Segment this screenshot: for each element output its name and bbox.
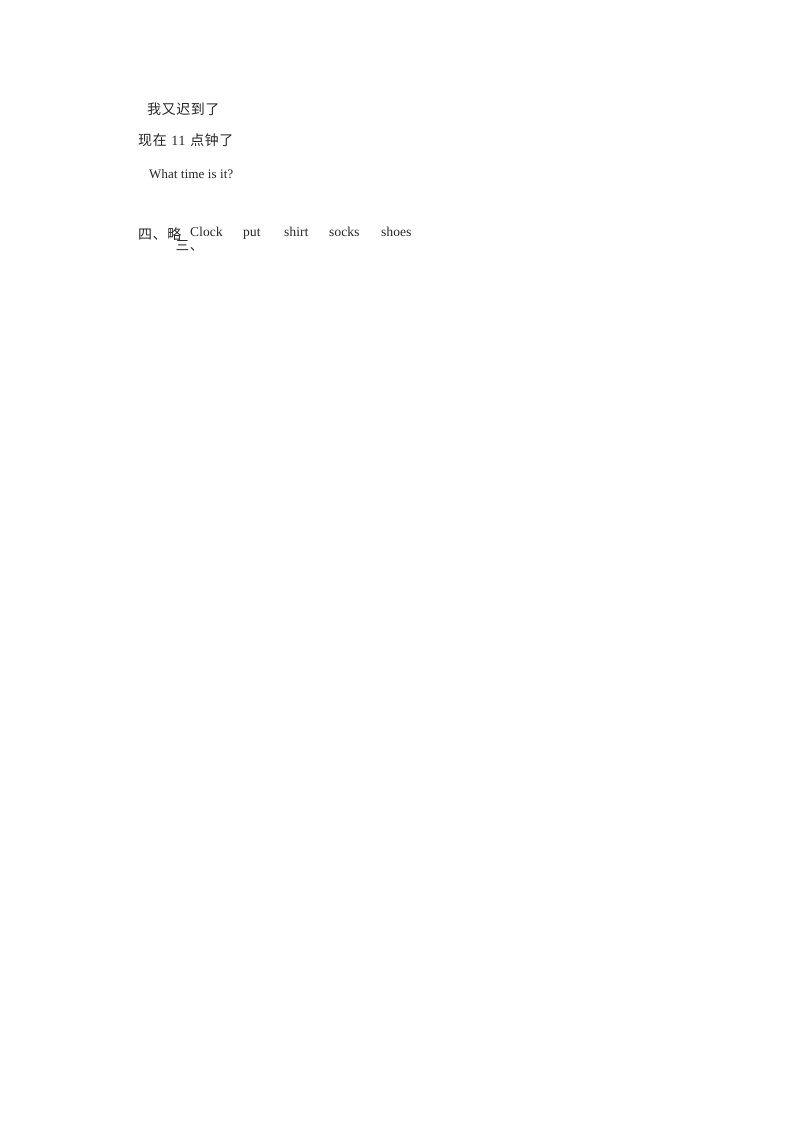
vocab-answer-4: socks [329, 224, 360, 239]
answer-line-translation-time: 现在 11 点钟了 [138, 134, 234, 149]
answer-line-translation-late: 我又迟到了 [147, 103, 220, 118]
vocab-answer-3: shirt [284, 224, 309, 239]
document-page: 我又迟到了 现在 11 点钟了 What time is it? 三、 Cloc… [0, 0, 793, 1122]
answer-line-english-question: What time is it? [149, 166, 234, 181]
answer-row-inner: 三、 Clock put shirt socks shoes [147, 224, 467, 252]
vocab-answer-1: Clock [190, 224, 223, 239]
vocab-answer-2: put [243, 224, 261, 239]
answer-line-section-four-omitted: 四、略 [138, 228, 182, 243]
answer-row-section-three: 三、 Clock put shirt socks shoes [147, 198, 467, 268]
vocab-answer-5: shoes [381, 224, 412, 239]
